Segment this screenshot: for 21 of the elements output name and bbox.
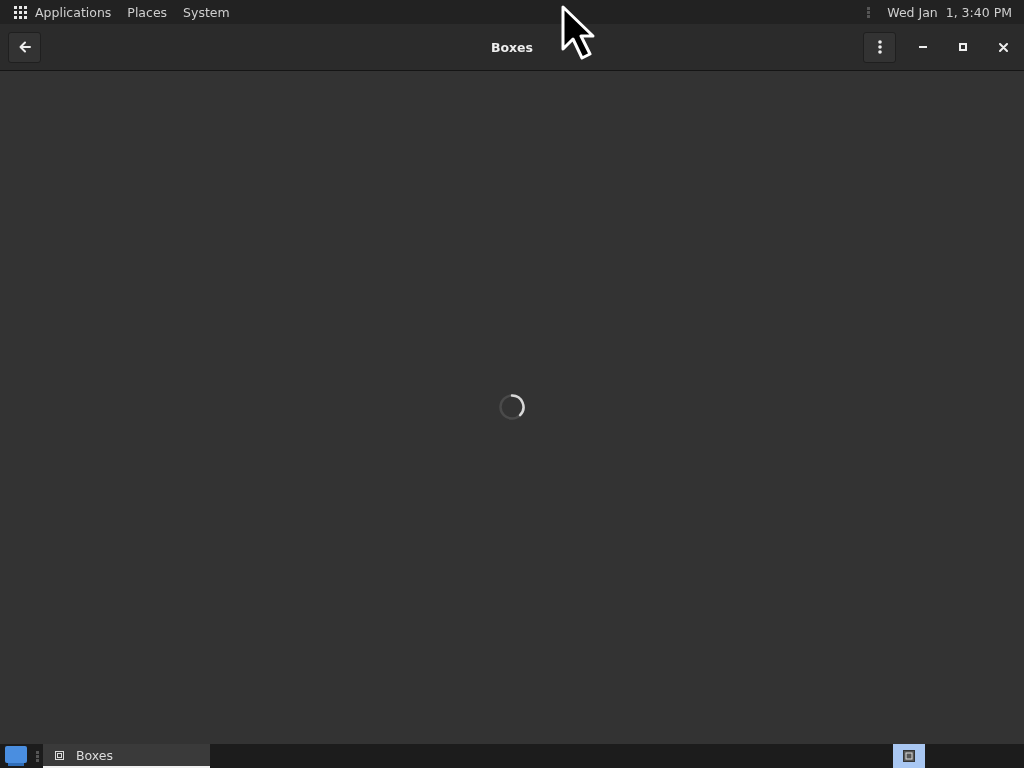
clock[interactable]: Wed Jan 1, 3:40 PM <box>887 4 1012 20</box>
maximize-icon <box>959 43 967 51</box>
back-button[interactable] <box>8 31 41 63</box>
window-icon <box>903 750 915 762</box>
apps-grid-icon[interactable] <box>14 5 27 19</box>
drag-handle-icon <box>36 750 39 762</box>
desktop-icon[interactable] <box>5 746 27 766</box>
minimize-icon <box>919 46 927 48</box>
menu-item[interactable]: Applications <box>35 1 112 23</box>
menu-item[interactable]: Places <box>127 1 168 23</box>
menu-item[interactable]: System <box>183 1 230 23</box>
window-icon <box>54 749 65 761</box>
menu-button[interactable] <box>863 31 896 63</box>
back-arrow-icon <box>18 41 31 53</box>
kebab-menu-icon <box>877 40 882 54</box>
close-icon <box>998 42 1008 52</box>
window-title: Boxes <box>490 39 534 55</box>
drag-handle-icon <box>867 6 871 18</box>
mouse-pointer-icon <box>561 5 595 61</box>
workspace-button[interactable] <box>893 744 925 768</box>
taskbar-button[interactable]: Boxes <box>43 744 210 768</box>
